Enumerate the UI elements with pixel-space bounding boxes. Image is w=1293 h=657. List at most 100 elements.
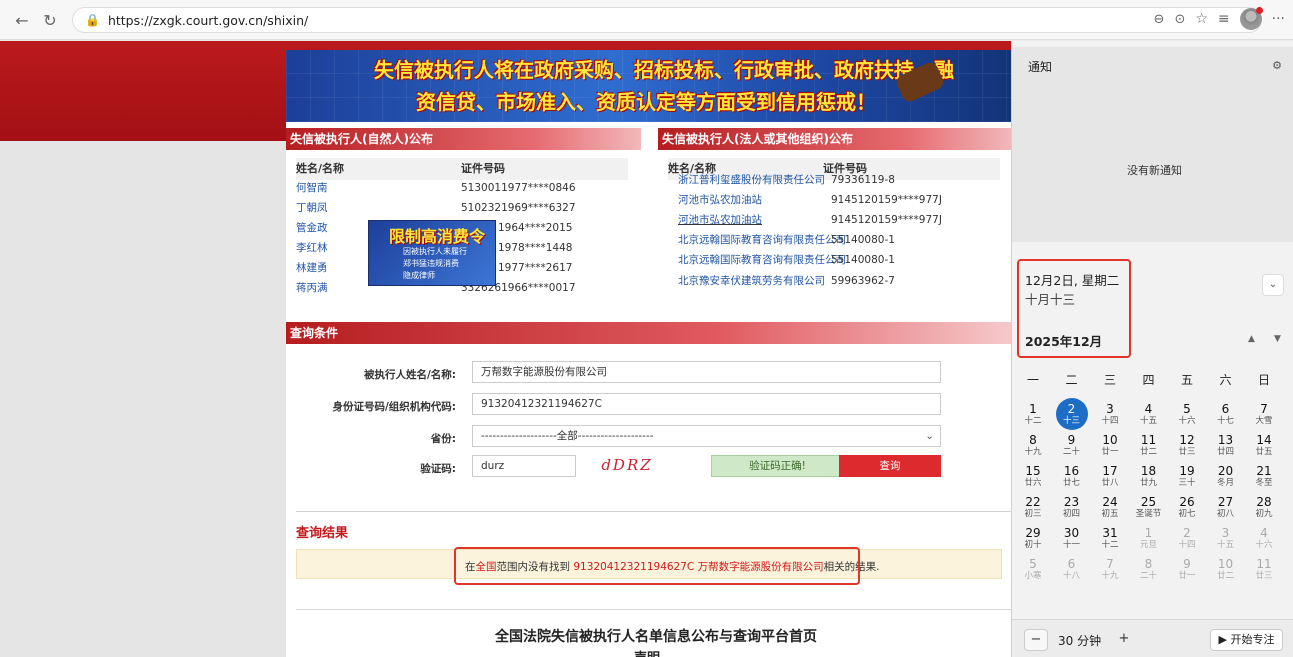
natural-row-id: 1977****2617 bbox=[498, 262, 573, 274]
refresh-icon[interactable]: ↻ bbox=[38, 8, 62, 32]
no-notification-text: 没有新通知 bbox=[1127, 164, 1182, 177]
province-select[interactable]: --------------------全部------------------… bbox=[472, 425, 941, 447]
day-lunar: 廿一 bbox=[1101, 447, 1119, 457]
day-number: 10 bbox=[1217, 557, 1234, 571]
menu-icon[interactable]: ··· bbox=[1272, 11, 1285, 27]
natural-row-name[interactable]: 管金政 bbox=[296, 222, 328, 234]
calendar-day[interactable]: 5 小寒 bbox=[1015, 553, 1051, 589]
weekday-label: 六 bbox=[1219, 373, 1232, 387]
legal-row-name[interactable]: 北京远翰国际教育咨询有限责任公司 bbox=[678, 254, 846, 266]
day-lunar: 十一 bbox=[1062, 540, 1080, 550]
day-number: 7 bbox=[1260, 402, 1268, 416]
weekday-label: 二 bbox=[1065, 373, 1078, 387]
favorite-icon[interactable]: ☆ bbox=[1195, 11, 1208, 27]
natural-row-name[interactable]: 何智南 bbox=[296, 182, 328, 194]
captcha-input[interactable]: durz bbox=[472, 455, 576, 477]
focus-bar: − 30 分钟 + ▶ 开始专注 bbox=[1012, 619, 1293, 657]
day-number: 25 bbox=[1140, 495, 1157, 509]
weekday-label: 一 bbox=[1026, 373, 1039, 387]
focus-decrease-button[interactable]: − bbox=[1024, 629, 1048, 651]
legal-row-name[interactable]: 北京豫安幸伏建筑劳务有限公司 bbox=[678, 275, 825, 287]
legal-row-name[interactable]: 河池市弘农加油站 bbox=[678, 194, 762, 206]
natural-list-header: 姓名/名称 证件号码 bbox=[296, 158, 628, 180]
zoom-icon[interactable]: ⊖ bbox=[1154, 12, 1165, 27]
natural-row-name[interactable]: 林建勇 bbox=[296, 262, 328, 274]
id-label: 身份证号码/组织机构代码: bbox=[332, 401, 456, 413]
result-title: 查询结果 bbox=[296, 526, 349, 541]
more-tools-icon[interactable]: ⊙ bbox=[1174, 12, 1185, 27]
chevron-down-icon[interactable]: ⌄ bbox=[1262, 274, 1284, 296]
day-lunar: 初七 bbox=[1178, 509, 1196, 519]
day-lunar: 十七 bbox=[1216, 416, 1234, 426]
day-number: 16 bbox=[1063, 464, 1080, 478]
day-lunar: 冬至 bbox=[1255, 478, 1273, 488]
calendar-day[interactable]: 9 廿一 bbox=[1169, 553, 1205, 589]
day-number: 6 bbox=[1067, 557, 1076, 571]
legal-row-name[interactable]: 北京远翰国际教育咨询有限责任公司 bbox=[678, 234, 846, 246]
day-number: 8 bbox=[1029, 433, 1037, 447]
day-number: 1 bbox=[1029, 402, 1037, 416]
day-lunar: 初五 bbox=[1101, 509, 1119, 519]
favorites-list-icon[interactable]: ≡ bbox=[1218, 11, 1230, 27]
start-focus-button[interactable]: ▶ 开始专注 bbox=[1210, 629, 1283, 651]
calendar-day[interactable]: 10 廿二 bbox=[1208, 553, 1244, 589]
query-section-title: 查询条件 bbox=[286, 322, 1012, 344]
natural-col-id: 证件号码 bbox=[461, 162, 505, 175]
day-lunar: 廿四 bbox=[1216, 447, 1234, 457]
address-bar[interactable]: 🔒 https://zxgk.court.gov.cn/shixin/ bbox=[72, 7, 1262, 33]
back-icon[interactable]: ← bbox=[10, 8, 34, 32]
calendar-day[interactable]: 8 二十 bbox=[1131, 553, 1167, 589]
day-number: 21 bbox=[1256, 464, 1272, 478]
weekday-label: 四 bbox=[1142, 373, 1155, 387]
captcha-image[interactable]: dDRZ bbox=[598, 455, 656, 475]
natural-row: 丁朝凤 bbox=[296, 198, 328, 218]
day-number: 24 bbox=[1102, 495, 1118, 509]
day-lunar: 十二 bbox=[1101, 540, 1119, 550]
day-number: 26 bbox=[1179, 495, 1195, 509]
page-container: 失信被执行人将在政府采购、招标投标、行政审批、政府扶持、融 资信贷、市场准入、资… bbox=[286, 50, 1012, 657]
profile-avatar[interactable] bbox=[1239, 7, 1263, 30]
legal-row-name[interactable]: 浙江普利玺盛股份有限责任公司 bbox=[678, 174, 825, 186]
name-input[interactable]: 万帮数字能源股份有限公司 bbox=[472, 361, 941, 383]
day-number: 3 bbox=[1106, 402, 1114, 416]
natural-row: 蒋丙满 bbox=[296, 278, 328, 298]
id-input[interactable]: 91320412321194627C bbox=[472, 393, 941, 415]
day-lunar: 十九 bbox=[1024, 447, 1042, 457]
legal-row-id: 9145120159****977J bbox=[831, 214, 942, 226]
calendar-highlight-box bbox=[1017, 259, 1131, 358]
day-number: 31 bbox=[1102, 526, 1118, 540]
consumption-ban-ad[interactable]: 限制高消费令 因被执行人未履行 郑书猛违规消费 隐成律师 bbox=[368, 220, 496, 286]
day-number: 22 bbox=[1025, 495, 1041, 509]
settings-icon[interactable]: ⚙ bbox=[1272, 59, 1282, 72]
search-button[interactable]: 查询 bbox=[839, 455, 941, 477]
day-lunar: 初四 bbox=[1062, 509, 1080, 519]
day-lunar: 大雪 bbox=[1255, 416, 1273, 426]
natural-row-name[interactable]: 李红林 bbox=[296, 242, 328, 254]
chevron-down-icon: ⌄ bbox=[925, 430, 934, 442]
natural-row-id: 1978****1448 bbox=[498, 242, 573, 254]
footer-subtitle: 声明 bbox=[634, 647, 660, 657]
calendar-day[interactable]: 6 十八 bbox=[1054, 553, 1090, 589]
calendar-day[interactable]: 11 廿三 bbox=[1246, 553, 1282, 589]
day-number: 18 bbox=[1140, 464, 1157, 478]
legal-row-name[interactable]: 河池市弘农加油站 bbox=[678, 214, 762, 226]
footer-title[interactable]: 全国法院失信被执行人名单信息公布与查询平台首页 bbox=[495, 626, 817, 646]
ad-line1: 因被执行人未履行 bbox=[403, 247, 467, 256]
legal-row: 河池市弘农加油站 bbox=[678, 190, 762, 210]
next-month-icon[interactable]: ▼ bbox=[1274, 334, 1281, 344]
calendar-day[interactable]: 7 十九 bbox=[1092, 553, 1128, 589]
legal-row-id: 55140080-1 bbox=[831, 254, 895, 266]
day-lunar: 廿八 bbox=[1101, 478, 1119, 488]
day-number: 11 bbox=[1140, 433, 1157, 447]
focus-increase-button[interactable]: + bbox=[1112, 629, 1136, 651]
url-text: https://zxgk.court.gov.cn/shixin/ bbox=[107, 12, 309, 28]
natural-row-name[interactable]: 蒋丙满 bbox=[296, 282, 328, 294]
lock-icon: 🔒 bbox=[85, 13, 100, 27]
weekday-label: 日 bbox=[1257, 373, 1270, 387]
natural-row-name[interactable]: 丁朝凤 bbox=[296, 202, 328, 214]
banner-line1: 失信被执行人将在政府采购、招标投标、行政审批、政府扶持、融 bbox=[374, 58, 954, 82]
previous-month-icon[interactable]: ▲ bbox=[1248, 334, 1255, 344]
day-lunar: 十九 bbox=[1101, 571, 1119, 581]
legal-row-id: 9145120159****977J bbox=[831, 194, 942, 206]
ad-title: 限制高消费令 bbox=[389, 227, 486, 246]
